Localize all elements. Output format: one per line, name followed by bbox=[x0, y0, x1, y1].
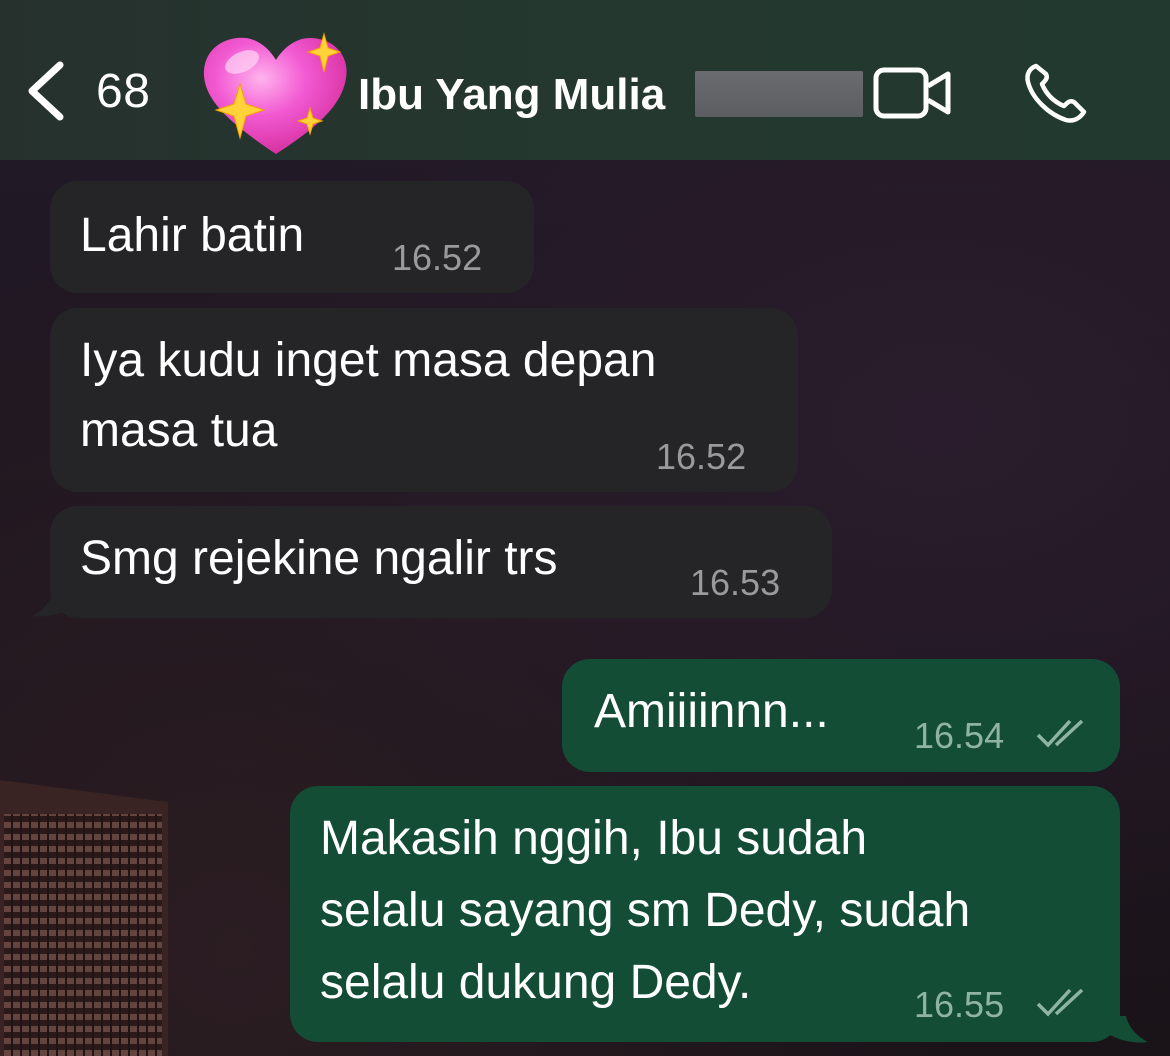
message-bubble-incoming[interactable]: Smg rejekine ngalir trs 16.53 bbox=[50, 506, 832, 618]
phone-icon[interactable] bbox=[1022, 62, 1088, 124]
message-bubble-outgoing[interactable]: Makasih nggih, Ibu sudah selalu sayang s… bbox=[290, 786, 1120, 1042]
message-text-line: masa tua bbox=[80, 404, 278, 457]
chat-header: 68 Ibu Yang Mulia bbox=[0, 0, 1170, 160]
double-check-icon bbox=[1036, 719, 1088, 749]
unread-count: 68 bbox=[96, 64, 151, 118]
bubble-tail bbox=[1108, 1016, 1148, 1044]
message-timestamp: 16.52 bbox=[656, 436, 747, 477]
message-bubble-incoming[interactable]: Iya kudu inget masa depan masa tua 16.52 bbox=[50, 308, 798, 492]
message-text-line: selalu sayang sm Dedy, sudah bbox=[320, 884, 971, 937]
message-timestamp: 16.54 bbox=[914, 715, 1005, 756]
double-check-icon bbox=[1036, 988, 1088, 1018]
video-camera-icon[interactable] bbox=[872, 66, 952, 120]
message-text-line: Iya kudu inget masa depan bbox=[80, 334, 657, 387]
back-button[interactable]: 68 bbox=[24, 56, 184, 126]
message-bubble-incoming[interactable]: Lahir batin 16.52 bbox=[50, 181, 534, 293]
bubble-tail bbox=[32, 590, 72, 618]
message-timestamp: 16.53 bbox=[690, 562, 781, 603]
wallpaper-building bbox=[0, 780, 168, 1056]
redacted-name-part bbox=[695, 71, 863, 117]
chevron-left-icon bbox=[24, 59, 68, 123]
message-text-line: Makasih nggih, Ibu sudah bbox=[320, 812, 868, 865]
message-timestamp: 16.52 bbox=[392, 237, 483, 278]
message-text: Smg rejekine ngalir trs bbox=[80, 532, 558, 585]
message-timestamp: 16.55 bbox=[914, 984, 1005, 1025]
contact-name[interactable]: Ibu Yang Mulia bbox=[358, 70, 665, 120]
message-bubble-outgoing[interactable]: Amiiiinnn... 16.54 bbox=[562, 659, 1120, 772]
message-text-line: selalu dukung Dedy. bbox=[320, 956, 752, 1009]
sparkling-heart-icon[interactable] bbox=[198, 30, 354, 164]
message-text: Amiiiinnn... bbox=[594, 685, 829, 738]
message-text: Lahir batin bbox=[80, 209, 305, 262]
